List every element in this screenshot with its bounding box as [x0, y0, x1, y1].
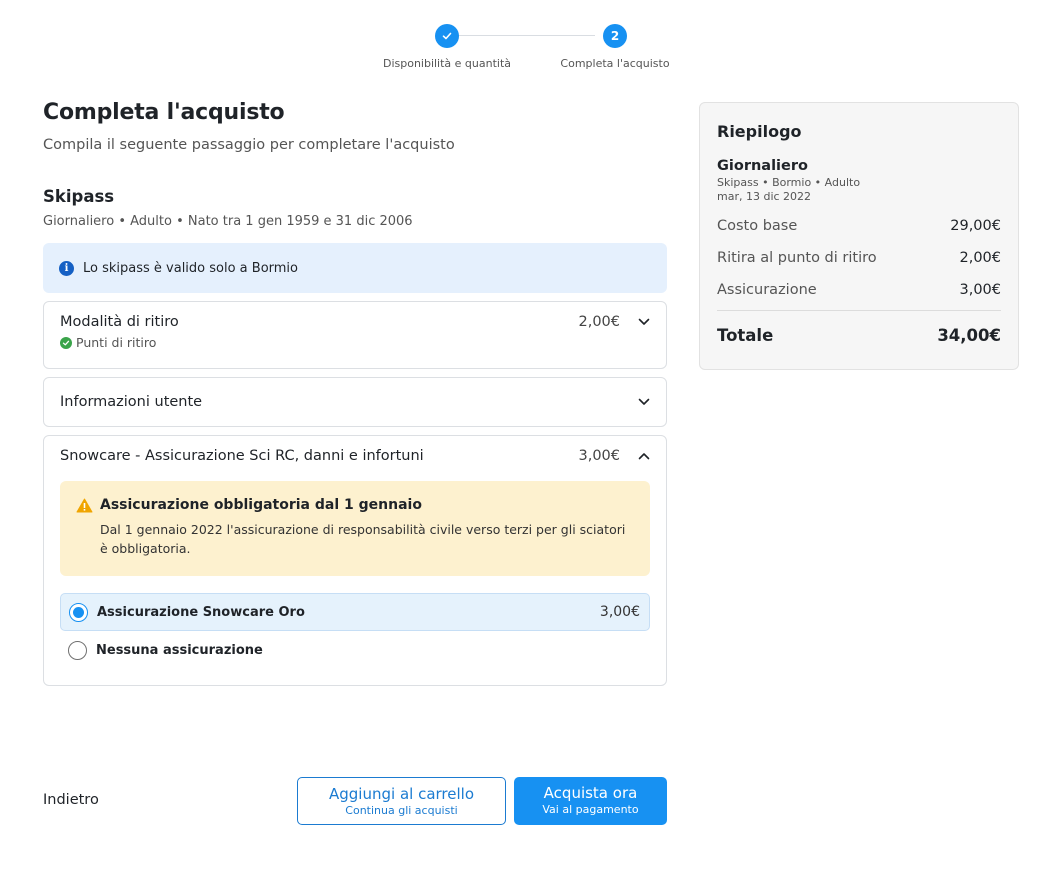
summary-divider [717, 310, 1001, 311]
summary-total-label: Totale [717, 326, 774, 345]
summary-product-meta: Skipass • Bormio • Adulto [717, 176, 861, 189]
check-icon [435, 24, 459, 48]
page-subtitle: Compila il seguente passaggio per comple… [43, 137, 455, 153]
order-summary: Riepilogo Giornaliero Skipass • Bormio •… [699, 102, 1019, 370]
buy-now-sublabel: Vai al pagamento [542, 803, 639, 816]
add-to-cart-sublabel: Continua gli acquisti [345, 804, 458, 817]
step-number: 2 [603, 24, 627, 48]
info-icon: i [59, 260, 74, 276]
summary-row: Ritira al punto di ritiro 2,00€ [717, 242, 1001, 274]
warning-text: Dal 1 gennaio 2022 l'assicurazione di re… [100, 522, 626, 556]
step-availability[interactable]: Disponibilità e quantità [377, 24, 517, 70]
radio-selected[interactable] [69, 602, 88, 622]
chevron-down-icon[interactable] [620, 318, 650, 326]
summary-row-label: Ritira al punto di ritiro [717, 250, 877, 266]
info-banner-text: Lo skipass è valido solo a Bormio [83, 260, 299, 276]
section-title: Skipass [43, 187, 115, 206]
summary-title: Riepilogo [717, 122, 802, 141]
pickup-accordion[interactable]: Modalità di ritiro 2,00€ Punti di ritiro [43, 301, 667, 369]
summary-row: Assicurazione 3,00€ [717, 274, 1001, 306]
add-to-cart-button[interactable]: Aggiungi al carrello Continua gli acquis… [297, 777, 506, 825]
user-info-accordion[interactable]: Informazioni utente [43, 377, 667, 427]
summary-total-value: 34,00€ [937, 326, 1001, 345]
insurance-accordion[interactable]: Snowcare - Assicurazione Sci RC, danni e… [43, 435, 667, 686]
pickup-selected: Punti di ritiro [44, 335, 666, 350]
warning-icon [76, 498, 94, 558]
insurance-header[interactable]: Snowcare - Assicurazione Sci RC, danni e… [44, 448, 666, 464]
summary-row-label: Costo base [717, 218, 798, 234]
chevron-up-icon[interactable] [620, 452, 650, 460]
progress-stepper: Disponibilità e quantità 2 Completa l'ac… [370, 24, 690, 74]
summary-row-value: 29,00€ [950, 218, 1001, 234]
page-title: Completa l'acquisto [43, 100, 285, 125]
chevron-down-icon[interactable] [620, 398, 650, 406]
summary-product-date: mar, 13 dic 2022 [717, 190, 812, 203]
insurance-price: 3,00€ [578, 448, 620, 464]
warning-box: Assicurazione obbligatoria dal 1 gennaio… [60, 481, 650, 576]
summary-product-name: Giornaliero [717, 158, 808, 174]
pickup-title: Modalità di ritiro [60, 314, 179, 330]
pickup-price: 2,00€ [578, 314, 620, 330]
check-circle-icon [60, 336, 72, 349]
pickup-selected-label: Punti di ritiro [76, 335, 157, 350]
insurance-option-gold-label: Assicurazione Snowcare Oro [97, 604, 305, 620]
insurance-option-none-label: Nessuna assicurazione [96, 642, 263, 658]
insurance-option-gold-price: 3,00€ [599, 604, 640, 620]
summary-row-value: 3,00€ [959, 282, 1001, 298]
buy-now-button[interactable]: Acquista ora Vai al pagamento [514, 777, 667, 825]
summary-row: Costo base 29,00€ [717, 210, 1001, 242]
summary-row-value: 2,00€ [959, 250, 1001, 266]
checkout-main: Completa l'acquisto Compila il seguente … [43, 100, 667, 686]
summary-row-label: Assicurazione [717, 282, 817, 298]
step-label-availability: Disponibilità e quantità [382, 57, 512, 70]
insurance-option-gold[interactable]: Assicurazione Snowcare Oro 3,00€ [60, 593, 650, 631]
step-complete: 2 Completa l'acquisto [545, 24, 685, 70]
radio-unselected[interactable] [68, 640, 87, 660]
section-subtitle: Giornaliero • Adulto • Nato tra 1 gen 19… [43, 214, 413, 229]
summary-total: Totale 34,00€ [717, 326, 1001, 345]
pickup-header[interactable]: Modalità di ritiro 2,00€ [44, 314, 666, 330]
insurance-option-none[interactable]: Nessuna assicurazione [60, 631, 650, 669]
warning-title: Assicurazione obbligatoria dal 1 gennaio [100, 497, 422, 513]
summary-rows: Costo base 29,00€ Ritira al punto di rit… [717, 210, 1001, 306]
buy-now-label: Acquista ora [543, 784, 638, 802]
step-label-complete: Completa l'acquisto [560, 57, 670, 70]
insurance-title: Snowcare - Assicurazione Sci RC, danni e… [60, 448, 424, 464]
back-link[interactable]: Indietro [43, 792, 99, 808]
user-info-header[interactable]: Informazioni utente [44, 394, 666, 410]
add-to-cart-label: Aggiungi al carrello [329, 785, 474, 803]
info-banner: i Lo skipass è valido solo a Bormio [43, 243, 667, 293]
user-info-title: Informazioni utente [60, 394, 203, 410]
